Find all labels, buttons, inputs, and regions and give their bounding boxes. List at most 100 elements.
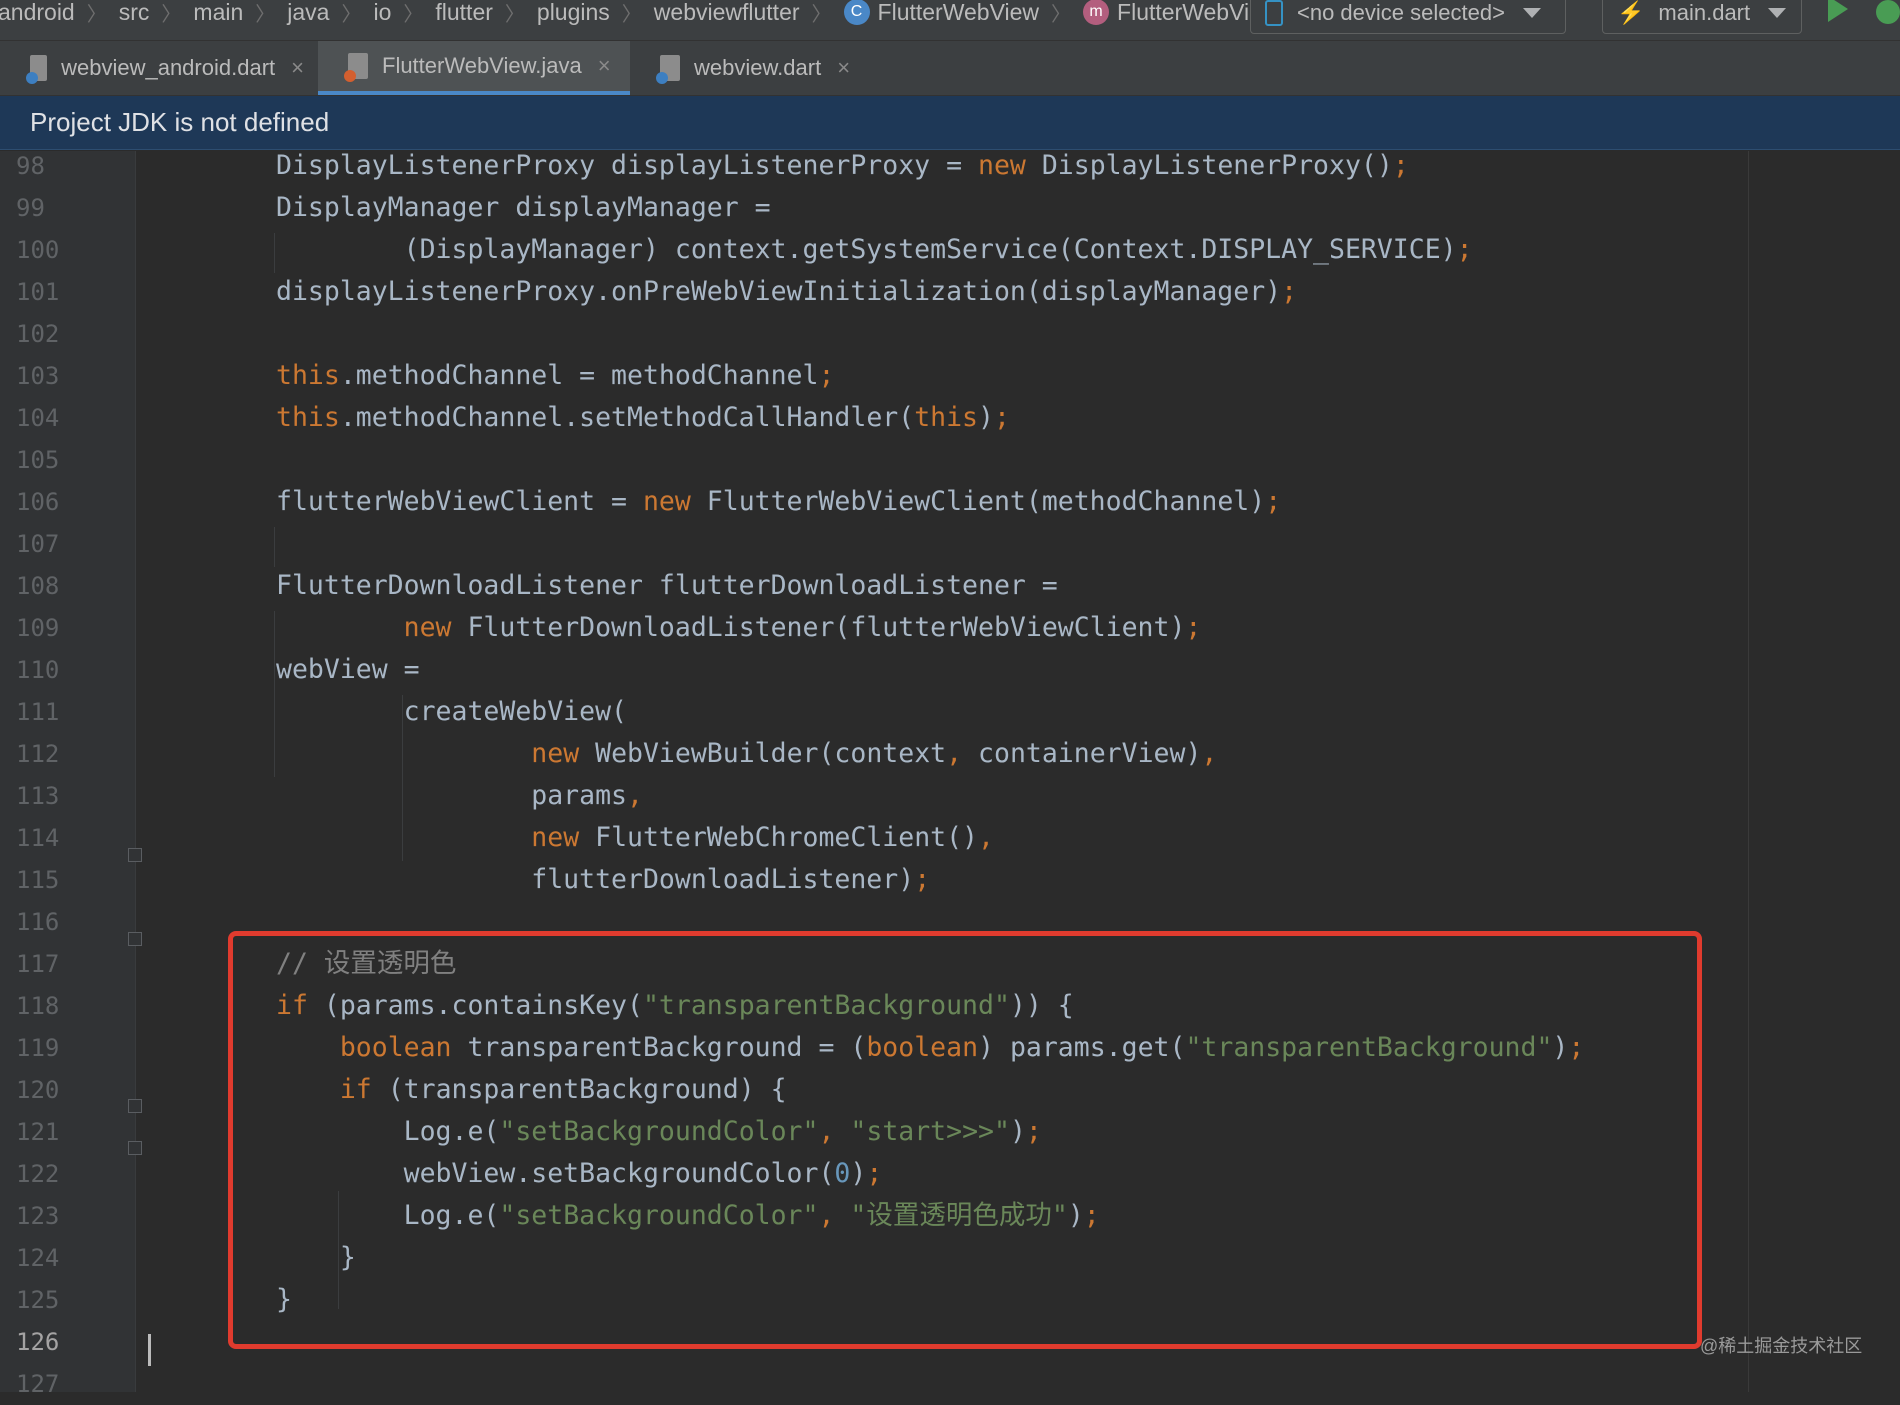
- breadcrumb-item[interactable]: android: [0, 0, 75, 26]
- breadcrumb-item[interactable]: src: [119, 0, 150, 26]
- code-line[interactable]: DisplayManager displayManager =: [276, 187, 771, 229]
- code-line[interactable]: new FlutterDownloadListener(flutterWebVi…: [276, 607, 1202, 649]
- chevron-right-icon: 〉: [86, 3, 107, 26]
- code-token: this: [914, 402, 979, 433]
- code-token: new: [642, 486, 691, 517]
- code-line[interactable]: params,: [276, 775, 643, 817]
- breadcrumb: android 〉 src 〉 main 〉 java 〉 io 〉 flutter 〉 p…: [0, 0, 1279, 27]
- dart-file-icon: [656, 55, 680, 84]
- code-token: ;: [1265, 486, 1282, 517]
- line-number: 109: [16, 614, 60, 642]
- code-token: webView =: [276, 654, 420, 685]
- code-token: FlutterDownloadListener flutterDownloadL…: [276, 570, 1058, 601]
- code-token: ;: [1185, 612, 1202, 643]
- line-number: 123: [16, 1202, 60, 1230]
- line-number: 117: [16, 950, 60, 978]
- fold-marker-icon[interactable]: [128, 1141, 142, 1155]
- code-line[interactable]: this.methodChannel.setMethodCallHandler(…: [276, 397, 1010, 439]
- line-number: 116: [16, 908, 60, 936]
- breadcrumb-item[interactable]: webviewflutter: [654, 0, 800, 26]
- line-number: 102: [16, 320, 60, 348]
- code-line[interactable]: new WebViewBuilder(context, containerVie…: [276, 733, 1217, 775]
- tab-flutterwebview-java[interactable]: FlutterWebView.java ×: [318, 41, 630, 95]
- line-number: 118: [16, 992, 60, 1020]
- code-token: ;: [1281, 276, 1298, 307]
- code-token: ,: [978, 822, 994, 853]
- java-file-icon: [344, 53, 368, 82]
- debug-icon[interactable]: [1876, 0, 1900, 24]
- chevron-right-icon: 〉: [161, 3, 182, 26]
- close-icon[interactable]: ×: [837, 55, 850, 81]
- code-token: ,: [627, 780, 643, 811]
- code-line[interactable]: (DisplayManager) context.getSystemServic…: [276, 229, 1473, 271]
- code-line[interactable]: new FlutterWebChromeClient(),: [276, 817, 994, 859]
- code-line[interactable]: displayListenerProxy.onPreWebViewInitial…: [276, 271, 1297, 313]
- run-icon[interactable]: [1828, 0, 1848, 22]
- chevron-right-icon: 〉: [341, 3, 362, 26]
- device-selector[interactable]: <no device selected>: [1250, 0, 1566, 34]
- code-token: flutterWebViewClient =: [276, 486, 643, 517]
- code-token: ;: [818, 360, 835, 391]
- code-token: DisplayListenerProxy displayListenerProx…: [276, 151, 978, 181]
- code-line[interactable]: createWebView(: [276, 691, 627, 733]
- device-selector-label: <no device selected>: [1297, 0, 1505, 25]
- code-line[interactable]: flutterDownloadListener);: [276, 859, 930, 901]
- line-number: 114: [16, 824, 60, 852]
- code-token: .methodChannel.setMethodCallHandler(: [339, 402, 915, 433]
- phone-icon: [1265, 0, 1283, 26]
- line-number-gutter[interactable]: 98 99 100 101 102 103 104 105 106 107 108 109 110 111…: [0, 151, 136, 1398]
- code-token: WebViewBuilder(context: [579, 738, 947, 769]
- tab-webview-dart[interactable]: webview.dart ×: [630, 41, 870, 95]
- line-number: 111: [16, 698, 60, 726]
- code-line[interactable]: DisplayListenerProxy displayListenerProx…: [276, 151, 1409, 187]
- code-line[interactable]: this.methodChannel = methodChannel;: [276, 355, 834, 397]
- chevron-right-icon: 〉: [1051, 3, 1072, 26]
- run-config-selector[interactable]: ⚡ main.dart: [1602, 0, 1802, 34]
- line-number: 104: [16, 404, 60, 432]
- line-number: 121: [16, 1118, 60, 1146]
- code-line[interactable]: flutterWebViewClient = new FlutterWebVie…: [276, 481, 1281, 523]
- notification-banner: Project JDK is not defined: [0, 96, 1900, 150]
- chevron-right-icon: 〉: [255, 3, 276, 26]
- code-line[interactable]: FlutterDownloadListener flutterDownloadL…: [276, 565, 1058, 607]
- line-number: 125: [16, 1286, 60, 1314]
- fold-marker-icon[interactable]: [128, 848, 142, 862]
- code-token: new: [531, 738, 580, 769]
- code-line[interactable]: webView =: [276, 649, 420, 691]
- breadcrumb-item[interactable]: java: [287, 0, 329, 26]
- code-token: ,: [1201, 738, 1218, 769]
- code-token: .methodChannel = methodChannel: [339, 360, 819, 391]
- indent-guide: [402, 695, 403, 861]
- line-number: 126: [16, 1328, 60, 1356]
- indent-guide: [274, 233, 275, 273]
- breadcrumb-item[interactable]: flutter: [435, 0, 493, 26]
- fold-marker-icon[interactable]: [128, 932, 142, 946]
- line-number: 103: [16, 362, 60, 390]
- close-icon[interactable]: ×: [291, 55, 304, 81]
- tab-webview-android-dart[interactable]: webview_android.dart ×: [0, 41, 318, 95]
- code-token: createWebView(: [276, 696, 627, 727]
- navigation-bar: android 〉 src 〉 main 〉 java 〉 io 〉 flutter 〉 p…: [0, 0, 1900, 41]
- line-number: 106: [16, 488, 60, 516]
- code-token: params: [276, 780, 627, 811]
- line-number: 127: [16, 1370, 60, 1398]
- code-token: ;: [1392, 151, 1409, 181]
- code-token: DisplayManager displayManager =: [276, 192, 771, 223]
- code-token: containerView): [962, 738, 1202, 769]
- run-config-label: main.dart: [1658, 0, 1751, 25]
- class-icon: C: [843, 0, 870, 25]
- close-icon[interactable]: ×: [598, 53, 611, 79]
- breadcrumb-item[interactable]: main: [193, 0, 243, 26]
- breadcrumb-class[interactable]: C FlutterWebView: [843, 0, 1039, 26]
- code-token: FlutterDownloadListener(flutterWebViewCl…: [451, 612, 1186, 643]
- breadcrumb-item[interactable]: plugins: [537, 0, 610, 26]
- line-number: 120: [16, 1076, 60, 1104]
- code-token: FlutterWebChromeClient(): [579, 822, 979, 853]
- code-token: ): [978, 402, 994, 433]
- fold-marker-icon[interactable]: [128, 1099, 142, 1113]
- code-token: this: [276, 360, 340, 391]
- banner-text: Project JDK is not defined: [30, 107, 330, 137]
- breadcrumb-item[interactable]: io: [373, 0, 391, 26]
- text-caret: [148, 1334, 151, 1366]
